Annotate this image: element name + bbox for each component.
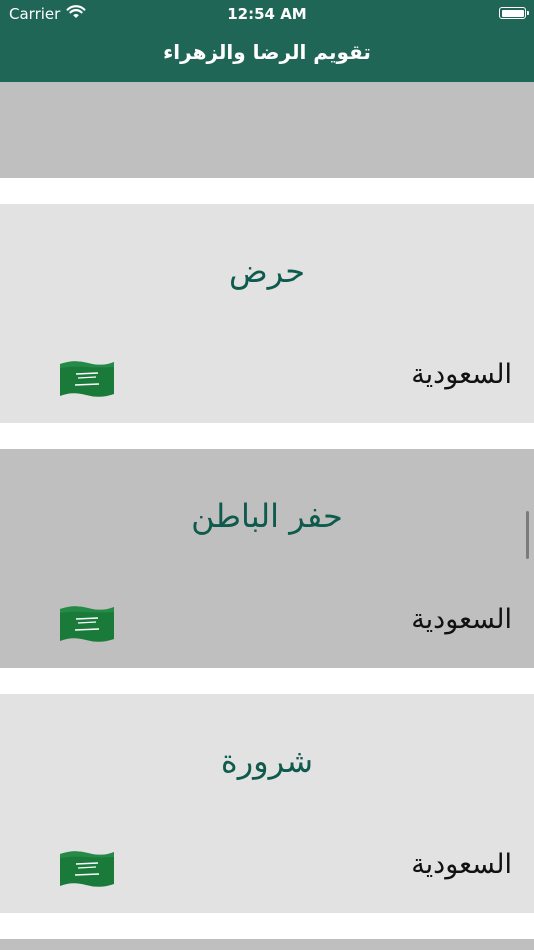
- battery-icon: [499, 7, 529, 19]
- city-name: حفر الباطن: [191, 497, 343, 535]
- country-name: السعودية: [411, 359, 512, 390]
- country-name: السعودية: [411, 849, 512, 880]
- status-bar: Carrier 12:54 AM: [0, 0, 534, 28]
- navigation-header: Carrier 12:54 AM تقويم الرضا والزهراء: [0, 0, 534, 82]
- saudi-flag-icon: [60, 361, 114, 397]
- city-card-sharurah[interactable]: شرورة السعودية: [0, 694, 534, 913]
- city-name: شرورة: [220, 742, 314, 780]
- saudi-flag-icon: [60, 851, 114, 887]
- country-name: السعودية: [411, 604, 512, 635]
- saudi-flag-icon: [60, 606, 114, 642]
- city-card-harad[interactable]: حرض السعودية: [0, 204, 534, 423]
- partial-card-bottom[interactable]: [0, 939, 534, 950]
- partial-card-top[interactable]: [0, 82, 534, 178]
- city-card-hafar-al-batin[interactable]: حفر الباطن السعودية: [0, 449, 534, 668]
- clock-time: 12:54 AM: [227, 5, 307, 23]
- city-name: حرض: [228, 252, 306, 290]
- scroll-indicator[interactable]: [526, 511, 529, 559]
- page-title: تقويم الرضا والزهراء: [163, 40, 371, 64]
